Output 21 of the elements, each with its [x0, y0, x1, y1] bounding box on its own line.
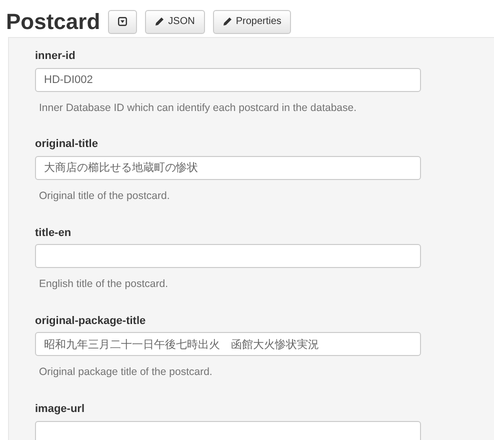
text-field[interactable]: HD-DI002: [35, 68, 421, 92]
collapse-icon: [118, 17, 128, 26]
page-title: Postcard: [6, 10, 100, 32]
collapse-button[interactable]: [108, 10, 138, 34]
help-text: Inner Database ID which can identify each postcard in the database.: [39, 100, 357, 116]
field-label: original-package-title: [35, 314, 146, 329]
help-text: English title of the postcard.: [39, 277, 168, 292]
field-label: inner-id: [35, 49, 76, 64]
field-label: original-title: [35, 137, 98, 152]
field-label: image-url: [35, 402, 85, 417]
text-field[interactable]: 大商店の櫛比せる地蔵町の惨状: [35, 156, 421, 180]
text-field[interactable]: [35, 420, 421, 440]
help-text: Original package title of the postcard.: [39, 365, 212, 380]
help-text: Original title of the postcard.: [39, 188, 170, 204]
text-field[interactable]: [35, 244, 421, 268]
edit-button[interactable]: JSON: [145, 10, 205, 34]
field-label: title-en: [35, 226, 72, 240]
edit-button[interactable]: Properties: [212, 10, 292, 34]
pencil-icon: [155, 17, 164, 26]
text-field[interactable]: 昭和九年三月二十一日午後七時出火 函館大火惨状実況: [35, 332, 421, 356]
pencil-icon: [222, 17, 232, 26]
